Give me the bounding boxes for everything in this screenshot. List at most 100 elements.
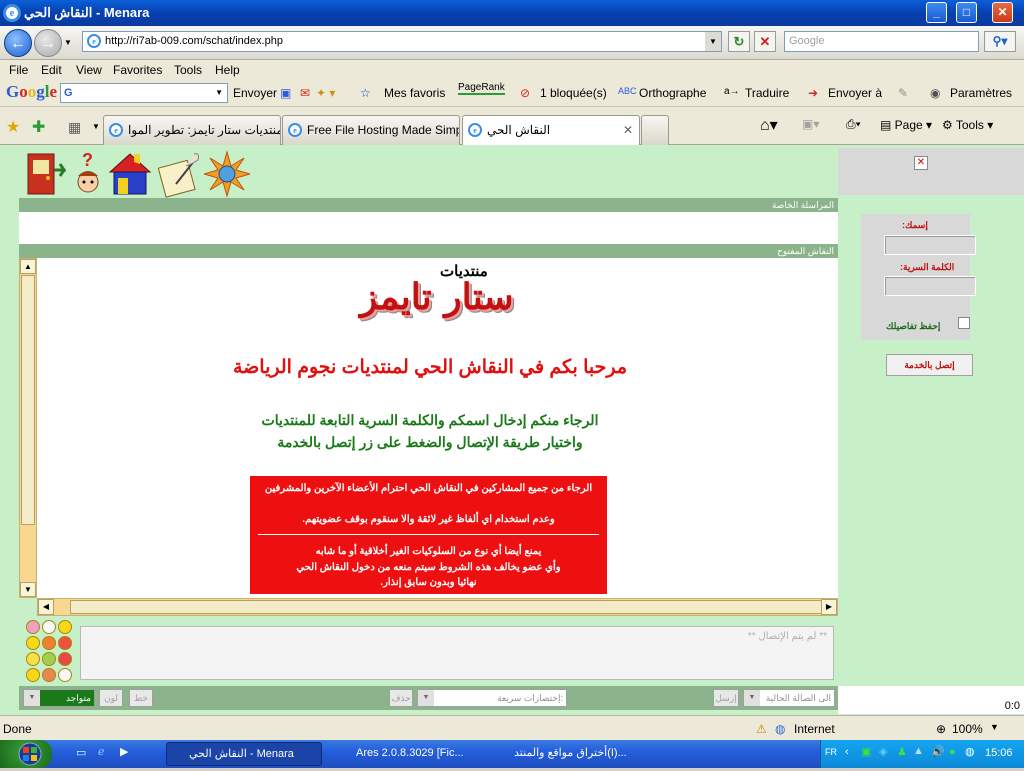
tools-menu[interactable]: ⚙ Tools ▾ [942, 118, 993, 132]
stop-button[interactable]: ✕ [754, 31, 776, 52]
status-dot-icon[interactable]: ● [949, 746, 956, 758]
menu-file[interactable]: File [9, 63, 28, 77]
back-button[interactable]: ← [4, 29, 32, 57]
remember-checkbox[interactable] [958, 317, 970, 329]
forward-button[interactable]: → [34, 29, 62, 57]
add-favorites-icon[interactable]: ✚ [32, 117, 45, 137]
envoyer-a-button[interactable]: Envoyer à [828, 86, 882, 100]
notepad-quill-icon[interactable] [156, 150, 202, 198]
emoticon-icon[interactable] [58, 668, 72, 682]
new-tab-button[interactable] [641, 115, 669, 145]
page-menu[interactable]: ▤ Page ▾ [880, 118, 932, 132]
close-button[interactable]: ✕ [992, 2, 1013, 23]
show-desktop-icon[interactable]: ▭ [76, 746, 86, 759]
horizontal-scrollbar[interactable]: ◀ ▶ [37, 598, 838, 616]
room-select[interactable]: ▼ الى الصالة الحالية [743, 689, 835, 707]
emoticon-icon[interactable] [26, 620, 40, 634]
font-button[interactable]: خط [129, 689, 153, 707]
emoticon-icon[interactable] [58, 636, 72, 650]
window-title-bar[interactable]: e النقاش الحي - Menara _ □ ✕ [0, 0, 1024, 26]
maximize-button[interactable]: □ [956, 2, 977, 23]
envoyer-button[interactable]: Envoyer [233, 86, 277, 100]
url-input[interactable]: e http://ri7ab-009.com/schat/index.php ▼ [82, 31, 722, 52]
network-icon[interactable]: ▣ [861, 745, 871, 758]
tray-back-icon[interactable]: ‹ [845, 746, 849, 758]
traduire-button[interactable]: Traduire [745, 86, 789, 100]
refresh-button[interactable]: ↻ [728, 31, 750, 52]
start-button[interactable] [0, 740, 52, 768]
scroll-thumb[interactable] [21, 275, 35, 525]
emoticon-icon[interactable] [42, 668, 56, 682]
print-icon[interactable]: ⎙▾ [846, 117, 861, 132]
scroll-right-icon[interactable]: ▶ [821, 599, 837, 615]
home-icon[interactable]: ⌂▾ [760, 115, 778, 135]
minimize-button[interactable]: _ [926, 2, 947, 23]
feeds-icon[interactable]: ▣▾ [802, 117, 819, 131]
gmail-icon[interactable]: ✉ [300, 86, 310, 100]
task-ares[interactable]: Ares 2.0.8.3029 [Fic... [334, 742, 484, 766]
tab-file-hosting[interactable]: e Free File Hosting Made Simpl... [282, 115, 460, 145]
bookmark-icon[interactable]: ✦ ▾ [316, 86, 335, 100]
zoom-level[interactable]: 100% [952, 722, 983, 736]
tab-startimes[interactable]: e منتديات ستار تايمز: تطوير الموا... [103, 115, 281, 145]
popup-blocked-count[interactable]: 1 bloquée(s) [540, 86, 607, 100]
emoticon-icon[interactable] [42, 620, 56, 634]
spellcheck-icon[interactable]: ABC [618, 86, 637, 96]
menu-favorites[interactable]: Favorites [113, 63, 162, 77]
google-search-input[interactable]: G ▼ [60, 83, 228, 103]
tray-app-icon[interactable]: ◈ [879, 745, 887, 758]
menu-edit[interactable]: Edit [41, 63, 62, 77]
erase-button[interactable]: حذف [389, 689, 413, 707]
language-indicator[interactable]: FR [825, 747, 837, 757]
emoticon-icon[interactable] [26, 668, 40, 682]
clock[interactable]: 15:06 [985, 747, 1013, 759]
media-player-icon[interactable]: ▶ [120, 745, 128, 758]
search-input[interactable]: Google [784, 31, 979, 52]
scroll-up-icon[interactable]: ▲ [20, 259, 36, 274]
star-icon[interactable]: ☆ [360, 86, 371, 100]
messenger-icon[interactable]: ♟ [897, 745, 907, 758]
task-forum[interactable]: أختراق مواقع والمنتد(I)... [492, 742, 642, 766]
color-button[interactable]: لون [99, 689, 123, 707]
exit-door-icon[interactable] [20, 150, 67, 198]
house-icon[interactable] [106, 150, 152, 198]
close-tab-icon[interactable]: ✕ [623, 116, 633, 144]
favoris-button[interactable]: Mes favoris [384, 86, 445, 100]
vertical-scrollbar[interactable]: ▲ ▼ [19, 258, 37, 598]
history-dropdown-icon[interactable]: ▼ [64, 38, 72, 47]
warning-icon[interactable]: ⚠ [756, 722, 767, 736]
send-button[interactable]: إرسل [713, 689, 739, 707]
favorites-star-icon[interactable]: ★ [6, 117, 20, 137]
tab-list-dropdown-icon[interactable]: ▼ [92, 122, 100, 131]
orthographe-button[interactable]: Orthographe [639, 86, 706, 100]
ie-quicklaunch-icon[interactable]: ℯ [98, 745, 105, 758]
volume-icon[interactable]: 🔊 [931, 745, 945, 758]
emoticon-icon[interactable] [26, 636, 40, 650]
scroll-down-icon[interactable]: ▼ [20, 582, 36, 597]
zoom-icon[interactable]: ⊕ [936, 722, 946, 736]
task-browser[interactable]: النقاش الحي - Menara [166, 742, 322, 766]
emoticon-icon[interactable] [42, 652, 56, 666]
search-icon[interactable]: ⚲▾ [984, 31, 1016, 52]
hscroll-thumb[interactable] [70, 600, 822, 614]
tab-live-chat[interactable]: e النقاش الحي ✕ [462, 115, 640, 145]
parametres-button[interactable]: Paramètres [950, 86, 1012, 100]
menu-help[interactable]: Help [215, 63, 240, 77]
shortcuts-select[interactable]: ▼ إختصارات سريعة: [417, 689, 567, 707]
scroll-left-icon[interactable]: ◀ [38, 599, 54, 615]
emoticon-icon[interactable] [26, 652, 40, 666]
emoticon-icon[interactable] [58, 620, 72, 634]
translate-icon[interactable]: a→ [724, 86, 740, 97]
popup-blocker-icon[interactable]: ⊘ [520, 86, 530, 100]
emoticon-icon[interactable] [58, 652, 72, 666]
pencil-icon[interactable]: ✎ [898, 86, 908, 100]
tray-app-icon[interactable]: ▲ [913, 745, 924, 757]
menu-tools[interactable]: Tools [174, 63, 202, 77]
name-input[interactable] [884, 235, 976, 255]
menu-view[interactable]: View [76, 63, 102, 77]
send-to-icon[interactable]: ➜ [808, 86, 818, 100]
zoom-dropdown-icon[interactable]: ▼ [990, 722, 999, 732]
settings-burst-icon[interactable] [202, 150, 252, 198]
connect-button[interactable]: إتصل بالخدمة [886, 354, 973, 376]
emoticon-icon[interactable] [42, 636, 56, 650]
